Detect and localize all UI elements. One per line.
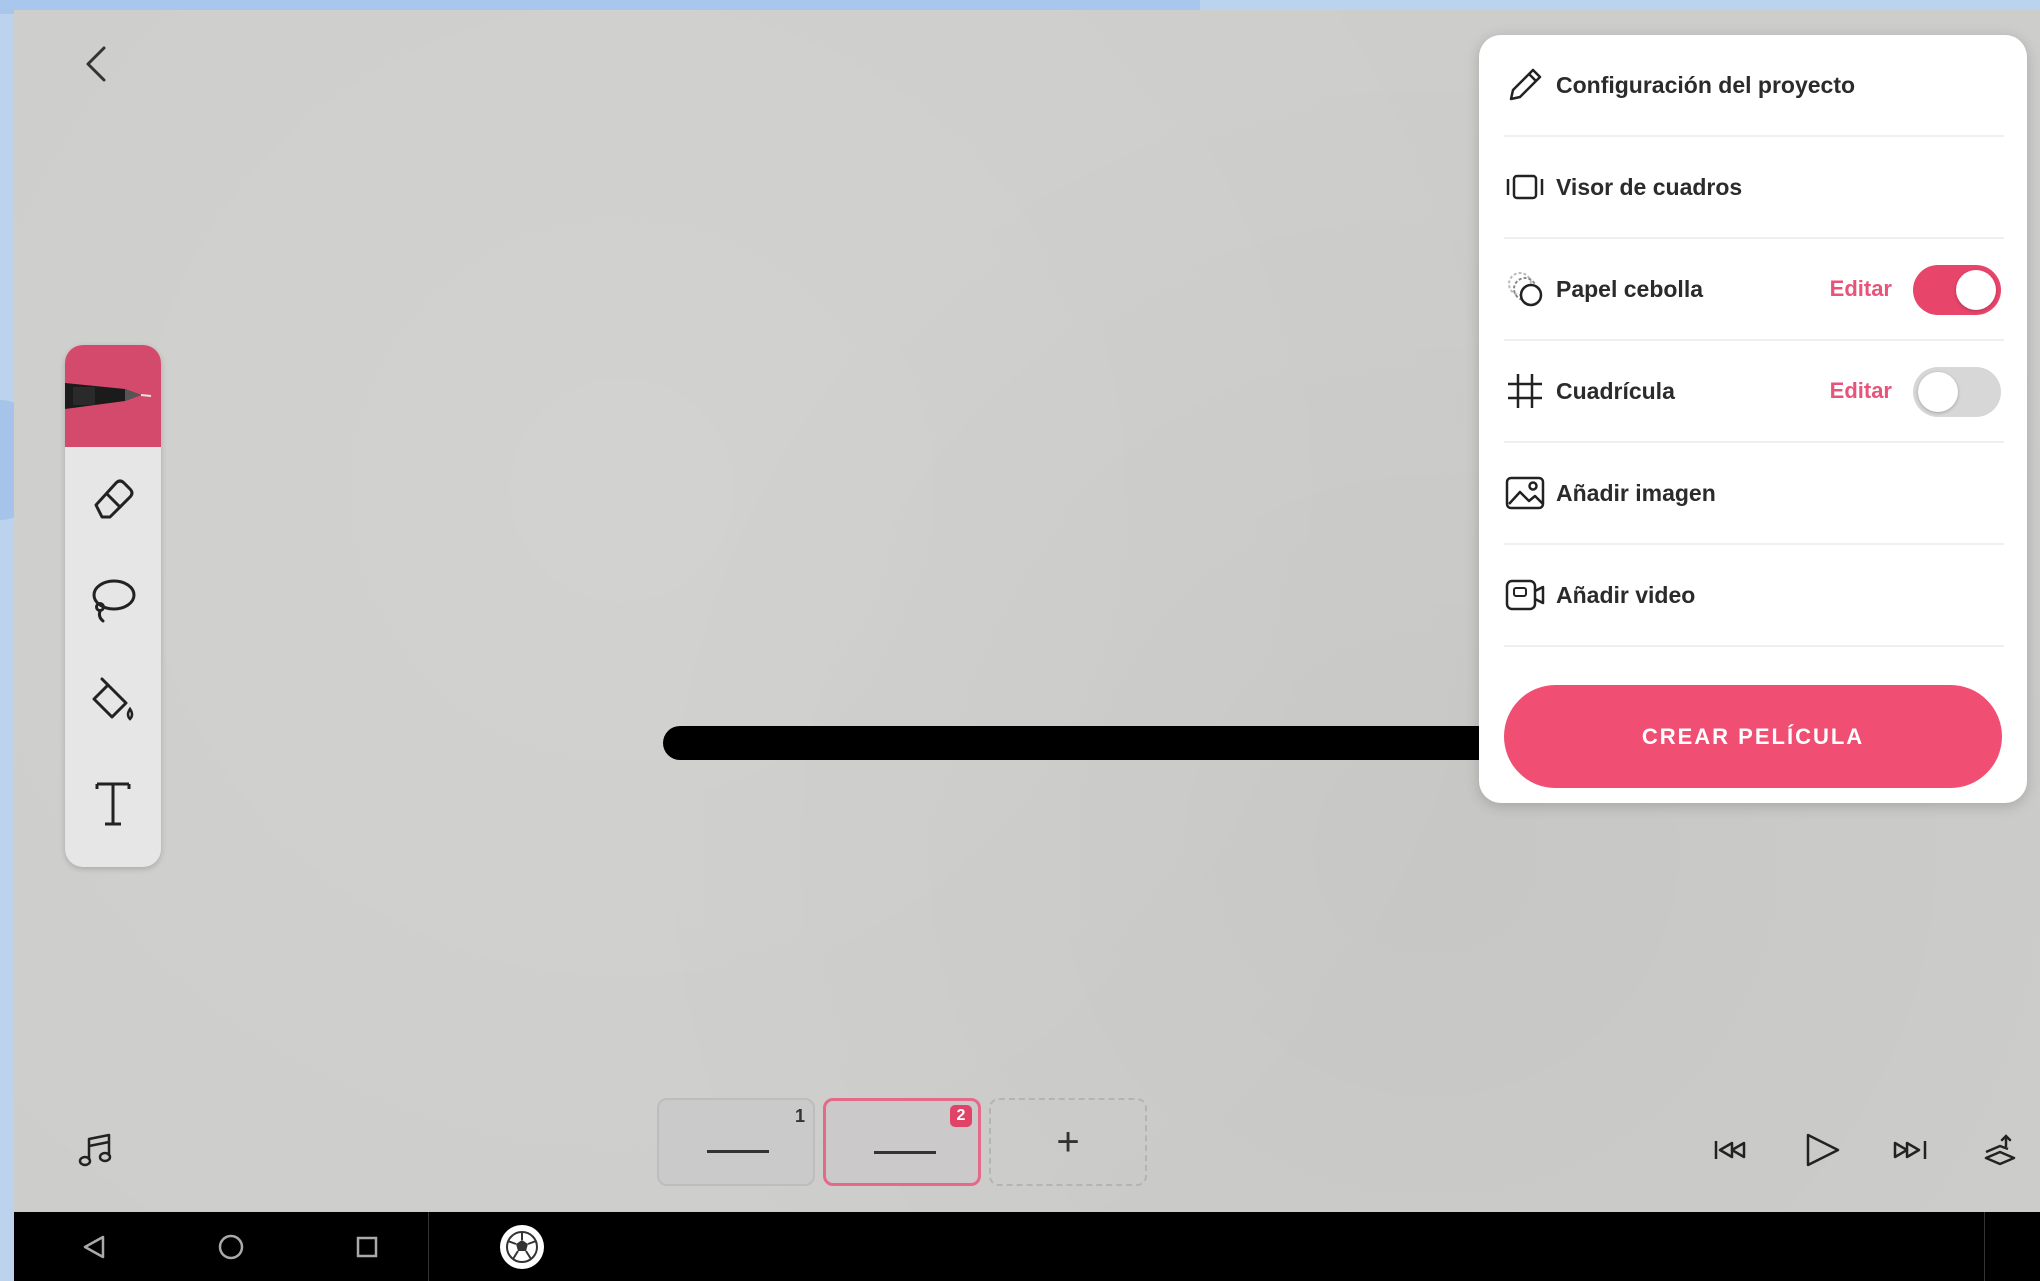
menu-item-label: Cuadrícula xyxy=(1556,377,1675,404)
create-movie-button[interactable]: CREAR PELÍCULA xyxy=(1504,685,2002,788)
frame-thumbnail[interactable]: 1 xyxy=(657,1098,815,1186)
circle-home-icon xyxy=(218,1234,244,1260)
menu-item-add-video[interactable]: Añadir video xyxy=(1504,545,2004,647)
grid-icon xyxy=(1504,370,1546,412)
pencil-icon xyxy=(1504,64,1546,106)
image-icon xyxy=(1504,472,1546,514)
toggle-knob xyxy=(1918,372,1958,412)
triangle-back-icon xyxy=(83,1235,105,1259)
skip-to-start-icon xyxy=(1714,1141,1746,1159)
add-frame-button[interactable]: + xyxy=(989,1098,1147,1186)
text-tool-button[interactable] xyxy=(65,753,161,855)
grid-toggle[interactable] xyxy=(1913,367,2001,417)
eraser-icon xyxy=(94,479,134,519)
first-frame-button[interactable] xyxy=(1702,1120,1762,1180)
square-recents-icon xyxy=(356,1236,378,1258)
menu-item-label: Añadir imagen xyxy=(1556,479,1716,506)
device-screen: Configuración del proyecto Visor de cuad… xyxy=(14,10,2040,1281)
lasso-tool-button[interactable] xyxy=(65,549,161,651)
nav-recents-button[interactable] xyxy=(342,1224,392,1270)
eraser-tool-button[interactable] xyxy=(65,447,161,549)
back-button[interactable] xyxy=(66,34,126,94)
skip-to-end-icon xyxy=(1893,1141,1927,1159)
tool-palette xyxy=(65,345,161,867)
pen-icon xyxy=(65,383,152,409)
frame-preview-stroke xyxy=(707,1150,769,1153)
play-icon xyxy=(1806,1133,1840,1167)
menu-item-frame-viewer[interactable]: Visor de cuadros xyxy=(1504,137,2004,239)
lasso-icon xyxy=(92,579,136,623)
menu-item-label: Visor de cuadros xyxy=(1556,173,1743,200)
music-button[interactable] xyxy=(66,1120,126,1180)
menu-item-grid: Cuadrícula Editar xyxy=(1504,341,2004,443)
nav-home-button[interactable] xyxy=(206,1224,256,1270)
menu-item-add-image[interactable]: Añadir imagen xyxy=(1504,443,2004,545)
layers-icon xyxy=(1984,1134,2016,1166)
fill-tool-button[interactable] xyxy=(65,651,161,753)
text-tool-icon xyxy=(95,782,131,826)
pinned-app-icon[interactable] xyxy=(500,1225,544,1269)
menu-item-onion-skin: Papel cebolla Editar xyxy=(1504,239,2004,341)
frame-preview-stroke xyxy=(874,1151,936,1154)
last-frame-button[interactable] xyxy=(1881,1120,1941,1180)
pen-tool-button[interactable] xyxy=(65,345,161,447)
soccer-ball-icon xyxy=(506,1231,538,1263)
nav-separator xyxy=(1984,1212,1985,1281)
frame-number: 1 xyxy=(794,1106,805,1126)
layers-button[interactable] xyxy=(1970,1120,2030,1180)
drawn-stroke xyxy=(663,726,1503,760)
video-icon xyxy=(1504,574,1546,616)
menu-item-label: Configuración del proyecto xyxy=(1556,71,1856,98)
drawing-canvas[interactable]: Configuración del proyecto Visor de cuad… xyxy=(14,10,2040,1210)
nav-back-button[interactable] xyxy=(69,1224,119,1270)
fill-bucket-icon xyxy=(92,677,134,721)
frame-number-badge: 2 xyxy=(950,1105,972,1127)
menu-item-project-settings[interactable]: Configuración del proyecto xyxy=(1504,35,2004,137)
project-options-menu: Configuración del proyecto Visor de cuad… xyxy=(1479,35,2027,803)
grid-edit-link[interactable]: Editar xyxy=(1830,378,1892,404)
music-note-icon xyxy=(78,1133,112,1167)
onion-skin-edit-link[interactable]: Editar xyxy=(1830,276,1892,302)
menu-item-label: Papel cebolla xyxy=(1556,275,1704,302)
play-button[interactable] xyxy=(1792,1120,1852,1180)
menu-item-label: Añadir video xyxy=(1556,581,1696,608)
frame-thumbnail-selected[interactable]: 2 xyxy=(823,1098,981,1186)
toggle-knob xyxy=(1956,270,1996,310)
nav-separator xyxy=(428,1212,429,1281)
chevron-left-icon xyxy=(86,46,106,82)
system-navigation-bar xyxy=(14,1212,2040,1281)
frame-viewer-icon xyxy=(1504,166,1546,208)
onion-skin-toggle[interactable] xyxy=(1913,265,2001,315)
onion-skin-icon xyxy=(1504,268,1546,310)
